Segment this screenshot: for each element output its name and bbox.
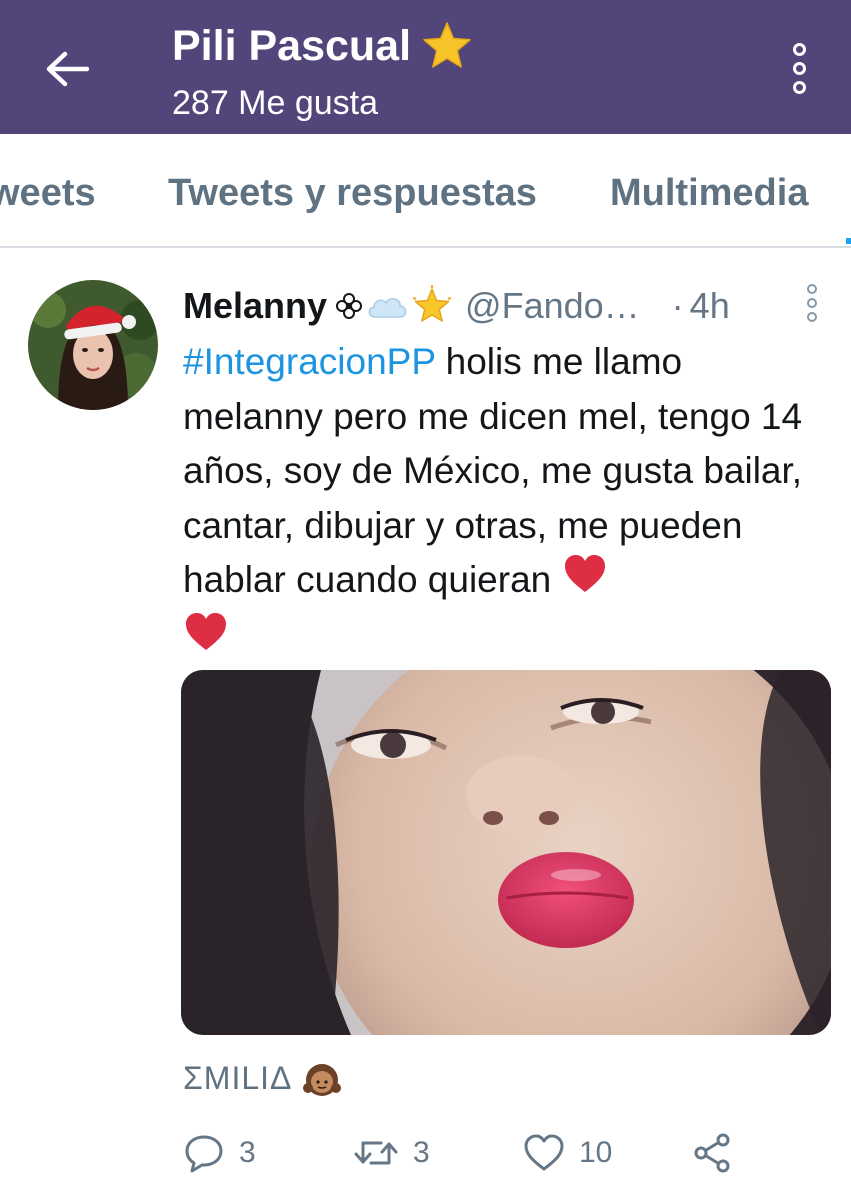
more-vertical-icon-dot: [807, 312, 817, 322]
profile-name: Pili Pascual: [172, 21, 412, 70]
like-button[interactable]: 10: [523, 1130, 612, 1176]
back-button[interactable]: [38, 40, 96, 98]
retweet-count: 3: [413, 1136, 430, 1169]
tweet-time[interactable]: 4h: [690, 285, 730, 327]
like-count: 10: [579, 1136, 613, 1169]
more-vertical-icon-dot: [792, 80, 806, 94]
reply-count: 3: [239, 1136, 256, 1169]
share-button[interactable]: [691, 1130, 733, 1176]
more-vertical-icon-dot: [807, 298, 817, 308]
red-heart-icon: [183, 611, 229, 669]
more-vertical-icon-dot: [792, 61, 806, 75]
author-handle[interactable]: @Fando…: [465, 285, 640, 327]
flower-icon: [336, 293, 363, 319]
tab-tweets[interactable]: weets: [0, 172, 96, 215]
arrow-left-icon: [46, 51, 89, 87]
reply-icon: [185, 1135, 223, 1173]
tweet-media-image[interactable]: [181, 670, 831, 1035]
avatar-image: [28, 280, 158, 410]
share-icon: [694, 1133, 730, 1173]
tweet-options-button[interactable]: [800, 283, 824, 323]
tab-tweets-and-replies[interactable]: Tweets y respuestas: [168, 172, 537, 215]
reply-button[interactable]: 3: [183, 1130, 256, 1176]
profile-tabs: weets Tweets y respuestas Multimedia: [0, 134, 851, 248]
girl-emoji-icon: [303, 1064, 342, 1096]
tweet-header: Melanny @Fando… · 4h: [183, 280, 823, 332]
meta-separator: ·: [671, 285, 684, 326]
more-options-button[interactable]: [774, 38, 824, 98]
red-heart-icon: [562, 553, 608, 611]
cloud-icon: [368, 298, 407, 318]
author-name[interactable]: Melanny: [183, 285, 327, 327]
hashtag-link[interactable]: #IntegracionPP: [183, 341, 435, 382]
retweeted-by-name: ΣMILIΔ: [183, 1059, 293, 1096]
profile-title: Pili Pascual: [172, 18, 473, 74]
author-avatar[interactable]: [28, 280, 158, 410]
profile-title-block: Pili Pascual 287 Me gusta: [172, 18, 473, 123]
tab-multimedia[interactable]: Multimedia: [610, 172, 808, 215]
more-vertical-icon: [792, 42, 806, 56]
likes-count: 287 Me gusta: [172, 84, 379, 122]
tab-active-indicator: [846, 238, 851, 244]
glowing-star-icon: [412, 285, 452, 322]
tweet-actions: 3 3 10: [183, 1130, 823, 1180]
star-emoji-icon: [423, 22, 471, 68]
tweet-card[interactable]: Melanny @Fando… · 4h #IntegracionPP holi…: [0, 250, 851, 1200]
author-name-emojis: [335, 285, 453, 327]
retweet-icon: [354, 1141, 398, 1165]
retweeted-by[interactable]: ΣMILIΔ: [183, 1058, 342, 1098]
more-vertical-icon: [807, 284, 817, 294]
app-header: Pili Pascual 287 Me gusta: [0, 0, 851, 134]
retweet-button[interactable]: 3: [353, 1130, 430, 1176]
tweet-body: #IntegracionPP holis me llamo melanny pe…: [183, 335, 823, 669]
selfie-photo: [181, 670, 831, 1035]
heart-outline-icon: [524, 1134, 564, 1171]
